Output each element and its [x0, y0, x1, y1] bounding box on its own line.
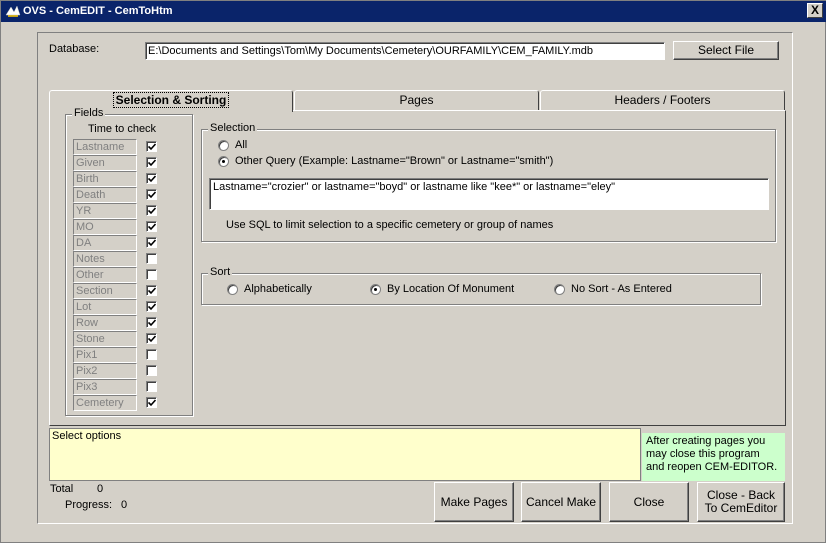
- checkmark-icon: [148, 239, 156, 247]
- fields-group-label: Fields: [72, 107, 106, 119]
- field-name-cell: Given: [73, 155, 137, 171]
- field-checkbox[interactable]: [146, 173, 157, 184]
- checkmark-icon: [148, 287, 156, 295]
- field-name-cell: Lastname: [73, 139, 137, 155]
- field-name-cell: Row: [73, 315, 137, 331]
- checkmark-icon: [148, 191, 156, 199]
- select-file-button[interactable]: Select File: [673, 41, 779, 60]
- radio-sort-location[interactable]: [370, 284, 381, 295]
- tab-headers-footers[interactable]: Headers / Footers: [540, 90, 785, 110]
- field-checkbox[interactable]: [146, 253, 157, 264]
- database-path-input[interactable]: E:\Documents and Settings\Tom\My Documen…: [145, 42, 665, 60]
- field-checkbox[interactable]: [146, 189, 157, 200]
- main-window: OVS - CemEDIT - CemToHtm X Database: E:\…: [0, 0, 826, 543]
- field-name-cell: Cemetery: [73, 395, 137, 411]
- tab-pages[interactable]: Pages: [294, 90, 539, 110]
- checkmark-icon: [148, 223, 156, 231]
- field-checkbox[interactable]: [146, 333, 157, 344]
- field-name-cell: Death: [73, 187, 137, 203]
- field-name-cell: MO: [73, 219, 137, 235]
- field-name-cell: Pix3: [73, 379, 137, 395]
- query-hint: Use SQL to limit selection to a specific…: [226, 219, 554, 231]
- checkmark-icon: [148, 319, 156, 327]
- make-pages-button[interactable]: Make Pages: [434, 482, 514, 522]
- field-checkbox[interactable]: [146, 349, 157, 360]
- checkmark-icon: [148, 143, 156, 151]
- sort-group-label: Sort: [208, 266, 233, 278]
- field-checkbox[interactable]: [146, 317, 157, 328]
- time-to-check-label: Time to check: [88, 123, 157, 135]
- checkmark-icon: [148, 303, 156, 311]
- radio-other-query-label: Other Query (Example: Lastname="Brown" o…: [235, 155, 554, 167]
- database-label: Database:: [49, 43, 100, 55]
- field-name-cell: Pix1: [73, 347, 137, 363]
- field-name-cell: DA: [73, 235, 137, 251]
- tab-label: Headers / Footers: [614, 93, 711, 107]
- radio-sort-none[interactable]: [554, 284, 565, 295]
- radio-sort-none-label: No Sort - As Entered: [571, 283, 672, 295]
- field-checkbox[interactable]: [146, 301, 157, 312]
- status-note-box: After creating pages you may close this …: [642, 433, 785, 481]
- field-checkbox[interactable]: [146, 397, 157, 408]
- field-checkbox[interactable]: [146, 141, 157, 152]
- selection-group-label: Selection: [208, 122, 258, 134]
- window-title: OVS - CemEDIT - CemToHtm: [23, 5, 173, 17]
- field-name-cell: Stone: [73, 331, 137, 347]
- field-name-cell: Lot: [73, 299, 137, 315]
- field-name-cell: YR: [73, 203, 137, 219]
- total-value: 0: [97, 483, 104, 495]
- field-name-cell: Birth: [73, 171, 137, 187]
- close-back-button[interactable]: Close - Back To CemEditor: [697, 482, 785, 522]
- checkmark-icon: [148, 175, 156, 183]
- field-checkbox[interactable]: [146, 285, 157, 296]
- cancel-make-button[interactable]: Cancel Make: [521, 482, 601, 522]
- query-input[interactable]: Lastname="crozier" or lastname="boyd" or…: [209, 178, 769, 210]
- close-button[interactable]: Close: [609, 482, 689, 522]
- field-checkbox[interactable]: [146, 205, 157, 216]
- checkmark-icon: [148, 159, 156, 167]
- radio-all[interactable]: [218, 140, 229, 151]
- checkmark-icon: [148, 335, 156, 343]
- status-message-box: Select options: [49, 428, 641, 481]
- radio-all-label: All: [235, 139, 248, 151]
- field-name-cell: Section: [73, 283, 137, 299]
- field-checkbox[interactable]: [146, 237, 157, 248]
- radio-sort-alphabetically[interactable]: [227, 284, 238, 295]
- field-checkbox[interactable]: [146, 157, 157, 168]
- close-window-button[interactable]: X: [807, 3, 823, 18]
- tab-label: Pages: [399, 93, 434, 107]
- field-checkbox[interactable]: [146, 269, 157, 280]
- radio-selected-dot: [222, 160, 225, 163]
- field-name-cell: Pix2: [73, 363, 137, 379]
- checkmark-icon: [148, 207, 156, 215]
- field-name-cell: Other: [73, 267, 137, 283]
- progress-value: 0: [121, 499, 128, 511]
- app-icon: [5, 5, 21, 17]
- title-bar[interactable]: OVS - CemEDIT - CemToHtm X: [1, 1, 826, 22]
- field-checkbox[interactable]: [146, 381, 157, 392]
- radio-selected-dot: [374, 288, 377, 291]
- tab-label: Selection & Sorting: [112, 92, 230, 108]
- field-checkbox[interactable]: [146, 365, 157, 376]
- checkmark-icon: [148, 399, 156, 407]
- radio-sort-alphabetically-label: Alphabetically: [244, 283, 312, 295]
- field-name-cell: Notes: [73, 251, 137, 267]
- total-label: Total: [50, 483, 74, 495]
- radio-other-query[interactable]: [218, 156, 229, 167]
- field-checkbox[interactable]: [146, 221, 157, 232]
- progress-label: Progress:: [65, 499, 113, 511]
- radio-sort-location-label: By Location Of Monument: [387, 283, 515, 295]
